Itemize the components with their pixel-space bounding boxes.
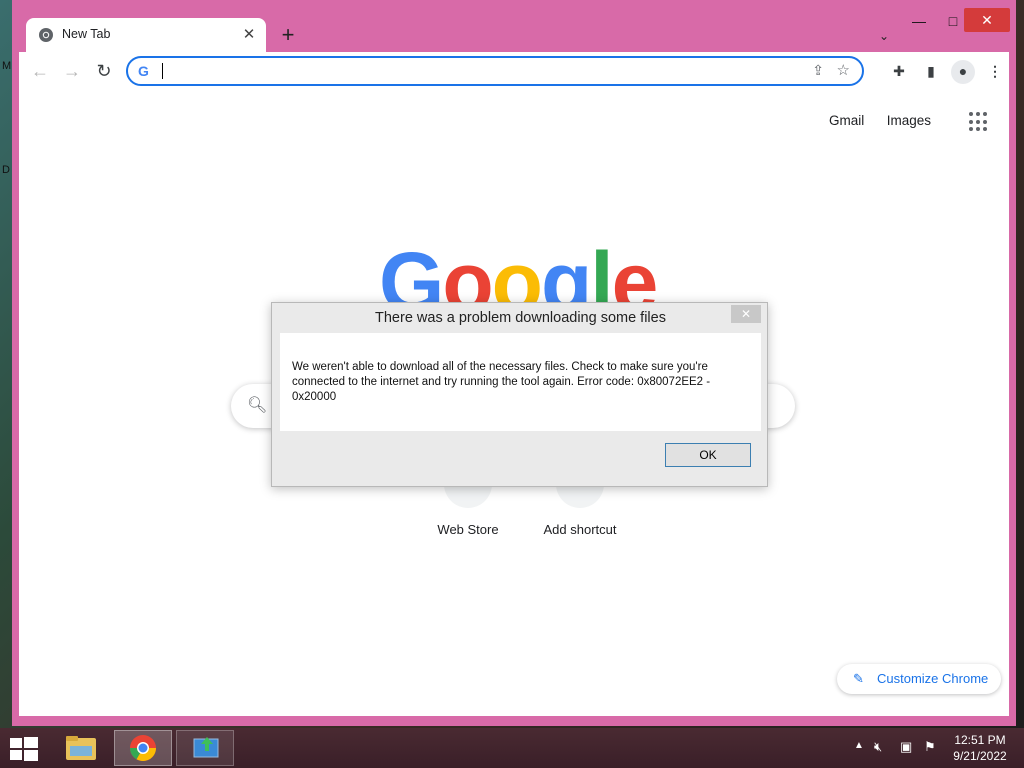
- taskbar-clock[interactable]: 12:51 PM 9/21/2022: [950, 732, 1010, 764]
- forward-button[interactable]: →: [59, 59, 85, 83]
- show-hidden-icons-icon[interactable]: ▲: [854, 740, 864, 751]
- close-window-button[interactable]: ✕: [964, 8, 1010, 32]
- tab-new-tab[interactable]: New Tab ✕: [26, 18, 266, 52]
- text-caret: [162, 63, 163, 79]
- speaker-muted-icon[interactable]: 🔇︎: [874, 739, 882, 755]
- dialog-body: We weren't able to download all of the n…: [280, 333, 761, 431]
- omnibox[interactable]: G ⇪ ☆: [126, 56, 864, 86]
- tab-title: New Tab: [62, 27, 111, 41]
- chrome-favicon-icon: [39, 28, 53, 42]
- taskbar: ▲ 🔇︎ ▣ ⚑ 12:51 PM 9/21/2022: [0, 728, 1024, 768]
- desktop-glyph-m: M: [2, 60, 12, 72]
- google-apps-grid-icon[interactable]: [969, 112, 989, 132]
- network-icon[interactable]: ▣: [900, 739, 912, 755]
- windows-start-icon[interactable]: [8, 736, 40, 762]
- share-icon[interactable]: ⇪: [812, 62, 824, 79]
- taskbar-file-explorer[interactable]: [52, 730, 110, 766]
- shortcut-label: Add shortcut: [543, 522, 617, 537]
- gmail-link[interactable]: Gmail: [829, 113, 864, 128]
- ok-button[interactable]: OK: [665, 443, 751, 467]
- taskbar-media-creation-tool[interactable]: [176, 730, 234, 766]
- customize-chrome-button[interactable]: ✎ Customize Chrome: [837, 664, 1001, 694]
- customize-label: Customize Chrome: [877, 671, 989, 686]
- top-links: Gmail Images: [829, 112, 949, 132]
- folder-icon: [66, 736, 96, 760]
- bookmark-star-icon[interactable]: ☆: [837, 61, 850, 79]
- menu-kebab-icon[interactable]: ⋮: [983, 60, 1007, 84]
- browser-toolbar: ← → ↻ G ⇪ ☆ ✚ ▮ ● ⋮: [19, 52, 1009, 90]
- dialog-message: We weren't able to download all of the n…: [292, 361, 711, 403]
- side-panel-icon[interactable]: ▮: [919, 60, 943, 84]
- error-dialog: There was a problem downloading some fil…: [271, 302, 768, 487]
- extensions-puzzle-icon[interactable]: ✚: [887, 60, 911, 84]
- clock-date: 9/21/2022: [953, 749, 1007, 763]
- shortcut-label: Web Store: [437, 522, 499, 537]
- back-button[interactable]: ←: [27, 59, 53, 83]
- pencil-icon: ✎: [853, 671, 864, 686]
- reload-button[interactable]: ↻: [91, 59, 117, 83]
- profile-avatar-icon[interactable]: ●: [951, 60, 975, 84]
- setup-tool-icon: [193, 737, 219, 758]
- search-icon: 🔍︎: [247, 397, 268, 414]
- new-tab-button[interactable]: +: [274, 22, 302, 50]
- address-input[interactable]: [166, 61, 766, 81]
- google-g-icon: G: [138, 63, 149, 79]
- action-center-flag-icon[interactable]: ⚑: [924, 739, 936, 755]
- chrome-icon: [129, 735, 157, 762]
- clock-time: 12:51 PM: [954, 733, 1006, 747]
- tab-close-icon[interactable]: ✕: [238, 24, 260, 46]
- taskbar-chrome[interactable]: [114, 730, 172, 766]
- desktop-glyph-d: D: [2, 164, 10, 176]
- dialog-close-icon[interactable]: ✕: [731, 305, 761, 323]
- minimize-button[interactable]: —: [902, 8, 936, 34]
- dialog-title: There was a problem downloading some fil…: [375, 310, 666, 326]
- tab-strip: New Tab ✕ + ⌄ — □ ✕: [12, 0, 1016, 52]
- tab-search-chevron-icon[interactable]: ⌄: [872, 24, 896, 48]
- images-link[interactable]: Images: [887, 113, 931, 128]
